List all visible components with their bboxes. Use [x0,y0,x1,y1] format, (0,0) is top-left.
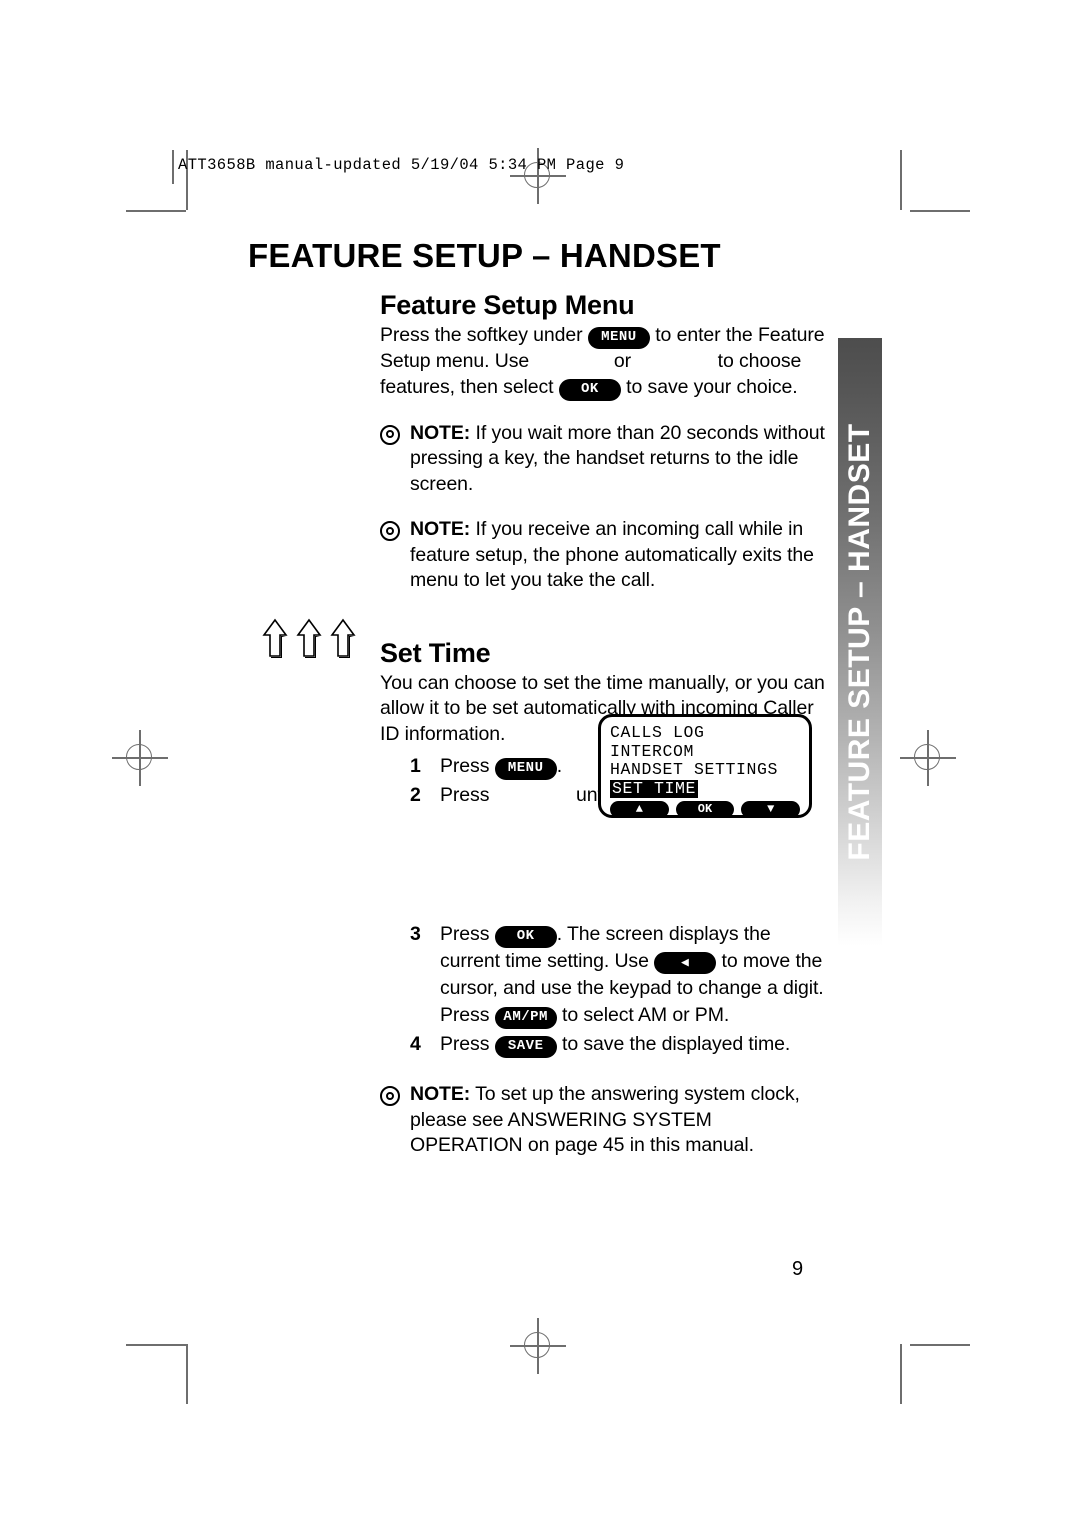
note-label: NOTE: [410,518,471,541]
crop-mark-bottom-left [126,1344,186,1346]
page-title: FEATURE SETUP – HANDSET [248,237,721,274]
crop-mark-bottom-right-v [900,1344,902,1404]
crop-mark-bottom-right [910,1344,970,1346]
lcd-screen-illustration: CALLS LOG INTERCOM HANDSET SETTINGS SET … [598,714,812,818]
registration-mark-left [112,730,168,786]
step-number: 2 [410,784,421,807]
lcd-menu-item: HANDSET SETTINGS [610,760,779,779]
para-text: features, then select [380,375,554,398]
lcd-softkey-row: ▲ OK ▼ [610,801,801,818]
side-tab: FEATURE SETUP – HANDSET [838,338,882,946]
step-text: Press [440,755,490,778]
para-text: to save your choice. [626,375,798,398]
step-text: to select AM or PM. [562,1004,730,1027]
crop-mark-bottom-left-v [186,1344,188,1404]
menu-button[interactable]: MENU [587,327,650,350]
step-text: to save the displayed time. [562,1033,791,1056]
am-pm-button[interactable]: AM/PM [494,1007,557,1030]
lcd-menu-item-selected: SET TIME [610,778,699,798]
lcd-menu-item: CALLS LOG [610,723,705,742]
bullseye-icon [380,424,400,445]
note-label: NOTE: [410,421,471,444]
softkey-ok[interactable]: OK [675,801,735,818]
file-info-header: ATT3658B manual-updated 5/19/04 5:34 PM … [178,156,625,174]
para-text: to choose [717,350,802,373]
save-button[interactable]: SAVE [494,1036,557,1059]
step-number: 3 [410,923,421,946]
note-label: NOTE: [410,1083,471,1106]
step-text: . [556,755,563,778]
para-text: Setup menu. Use [380,350,530,373]
note-block: NOTE: If you wait more than 20 seconds w… [380,421,828,498]
step-number: 1 [410,755,421,778]
note-text: If you wait more than 20 seconds without… [410,421,825,495]
side-tab-label: FEATURE SETUP – HANDSET [843,423,876,861]
note-block: NOTE: To set up the answering system clo… [380,1082,828,1159]
section-heading-set-time: Set Time [380,637,491,668]
bullseye-icon [380,1086,400,1107]
note-block: NOTE: If you receive an incoming call wh… [380,517,828,594]
left-arrow-button[interactable]: ◀ [654,952,717,975]
ok-button[interactable]: OK [558,378,621,401]
crop-mark-top-right [910,210,970,212]
step-item: 3 Press OK. The screen displays the curr… [380,921,828,1030]
ok-button[interactable]: OK [494,926,557,949]
step-text: Press [440,784,490,807]
step-text: Press [440,923,490,946]
lcd-menu-item: INTERCOM [610,741,695,761]
registration-mark-right [900,730,956,786]
section-heading-feature-setup-menu: Feature Setup Menu [380,290,635,321]
bullseye-icon [380,521,400,542]
step-number: 4 [410,1033,421,1056]
softkey-down[interactable]: ▼ [741,801,801,818]
registration-mark-bottom [510,1318,566,1374]
note-text: If you receive an incoming call while in… [410,518,814,592]
page-number: 9 [792,1258,804,1280]
file-header-rule [172,150,174,184]
step-item: 4 Press SAVE to save the displayed time. [380,1031,828,1059]
para-text: Press the softkey under [380,324,583,347]
crop-mark-top-right-v [900,150,902,210]
feature-setup-menu-paragraph: Press the softkey under MENU to enter th… [380,323,828,401]
crop-mark-top-left [126,210,186,212]
menu-button[interactable]: MENU [494,758,557,781]
para-text: or [613,350,631,373]
page-content: FEATURE SETUP – HANDSET Feature Setup Me… [248,237,828,1159]
step-text: Press [440,1004,490,1027]
para-text: to enter the Feature [655,324,825,347]
step-text: Press [440,1033,490,1056]
softkey-up[interactable]: ▲ [610,801,669,818]
